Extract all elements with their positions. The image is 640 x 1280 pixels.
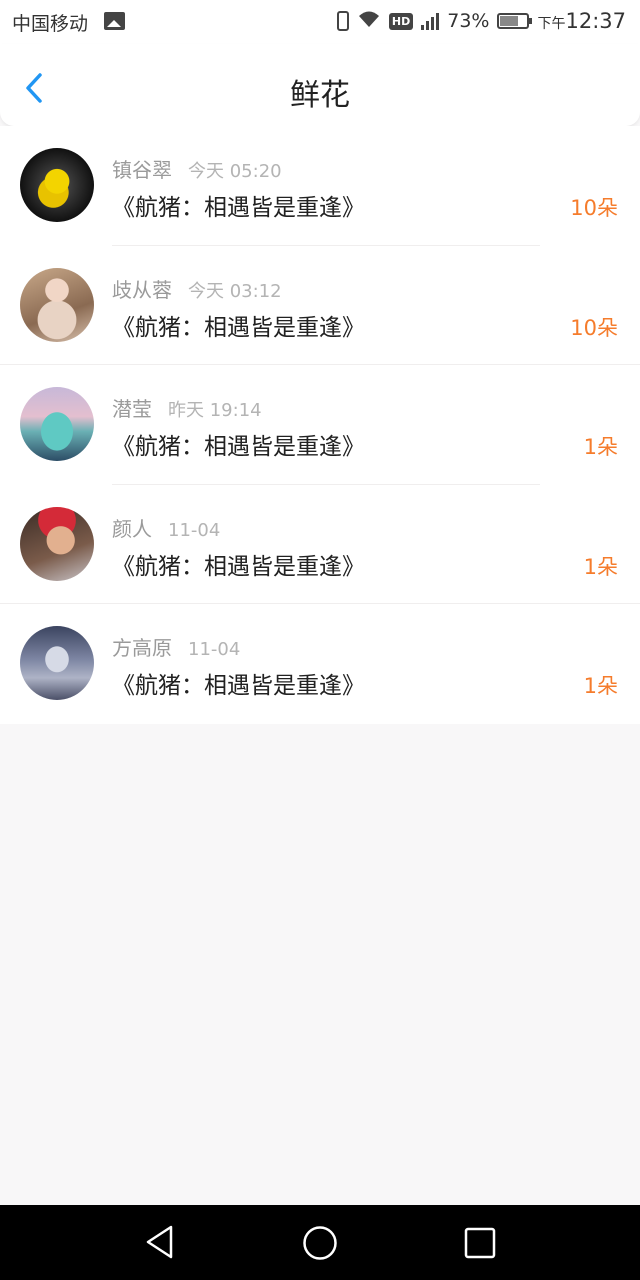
user-name[interactable]: 方高原 [112, 636, 172, 660]
avatar[interactable] [20, 267, 94, 342]
book-title: 《航猪：相遇皆是重逢》 [112, 553, 365, 580]
timestamp: 今天 05:20 [188, 161, 282, 182]
book-title: 《航猪：相遇皆是重逢》 [112, 195, 365, 221]
avatar[interactable] [20, 626, 94, 701]
flower-count: 10朵 [570, 196, 618, 220]
avatar[interactable] [20, 387, 94, 462]
flower-count: 1朵 [583, 674, 618, 699]
book-title: 《航猪：相遇皆是重逢》 [112, 434, 365, 461]
book-title: 《航猪：相遇皆是重逢》 [112, 673, 365, 700]
list-item[interactable]: 潜莹 昨天 19:14 《航猪：相遇皆是重逢》 1朵 [0, 365, 640, 485]
list-item[interactable]: 镇谷翠 今天 05:20 《航猪：相遇皆是重逢》 10朵 [0, 126, 640, 246]
battery-percent: 73% [447, 10, 490, 32]
gallery-notification-icon [104, 12, 125, 30]
flower-count: 10朵 [570, 315, 618, 340]
wifi-icon [357, 10, 381, 33]
status-bar: 中国移动 HD 73% 下午12:37 [0, 0, 640, 44]
timestamp: 昨天 19:14 [168, 400, 262, 422]
header: 鲜花 [0, 44, 640, 126]
avatar[interactable] [20, 506, 94, 581]
time-period: 下午 [537, 16, 566, 32]
user-name[interactable]: 镇谷翠 [112, 158, 172, 182]
flower-count: 1朵 [583, 435, 618, 460]
nav-recent-apps-icon[interactable] [464, 1227, 496, 1259]
list-item[interactable]: 颜人 11-04 《航猪：相遇皆是重逢》 1朵 [0, 485, 640, 605]
vibrate-icon [336, 11, 349, 31]
carrier-name: 中国移动 [12, 13, 89, 35]
user-name[interactable]: 潜莹 [112, 397, 152, 421]
flower-count: 1朵 [583, 554, 618, 579]
list-item[interactable]: 歧从蓉 今天 03:12 《航猪：相遇皆是重逢》 10朵 [0, 246, 640, 366]
system-nav-bar [0, 1205, 640, 1280]
timestamp: 今天 03:12 [188, 280, 282, 302]
nav-home-icon[interactable] [302, 1225, 338, 1261]
flower-list: 镇谷翠 今天 05:20 《航猪：相遇皆是重逢》 10朵 歧从蓉 今天 03:12 … [0, 126, 640, 724]
user-name[interactable]: 颜人 [112, 517, 152, 541]
signal-icon [421, 12, 440, 30]
book-title: 《航猪：相遇皆是重逢》 [112, 314, 365, 341]
page-title: 鲜花 [290, 78, 350, 113]
battery-icon [497, 13, 533, 29]
user-name[interactable]: 歧从蓉 [112, 278, 172, 302]
status-indicators: HD 73% 下午12:37 [336, 9, 626, 33]
list-item[interactable]: 方高原 11-04 《航猪：相遇皆是重逢》 1朵 [0, 604, 640, 724]
timestamp: 11-04 [168, 519, 221, 541]
avatar[interactable] [20, 148, 94, 222]
hd-badge: HD [388, 12, 414, 30]
nav-back-icon[interactable] [144, 1224, 176, 1260]
timestamp: 11-04 [188, 639, 241, 661]
clock: 12:37 [565, 9, 626, 33]
